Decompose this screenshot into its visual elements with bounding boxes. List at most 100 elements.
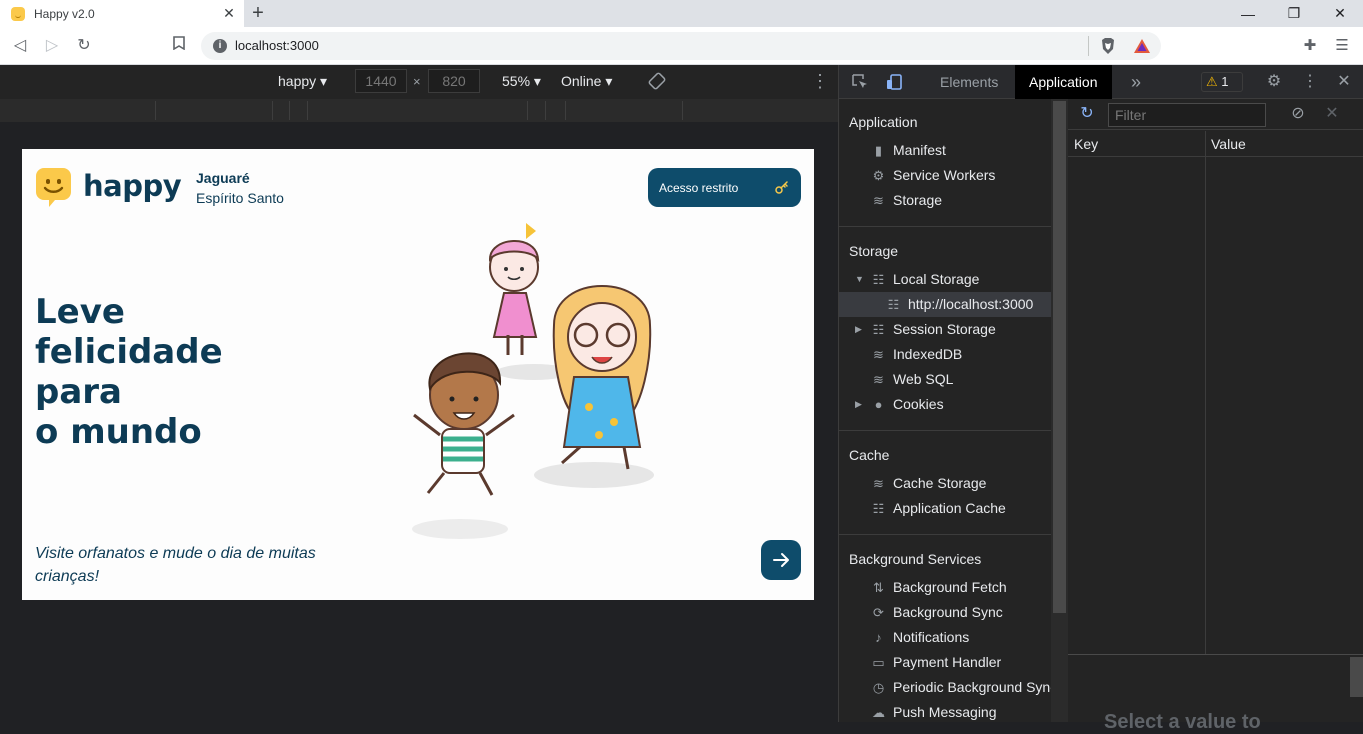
sidebar-item-label: IndexedDB [893,346,963,362]
expanded-arrow-icon[interactable]: ▼ [855,267,864,292]
headline: Leve felicidade para o mundo [35,292,295,452]
bookmark-icon[interactable] [169,36,189,56]
sidebar-item-web-sql[interactable]: ≋ Web SQL [839,367,1051,392]
divider [839,430,1051,431]
times-sign: × [413,74,421,89]
sidebar-item-notifications[interactable]: ♪ Notifications [839,625,1051,650]
database-icon: ≋ [873,193,884,208]
sidebar-item-service-workers[interactable]: ⚙ Service Workers [839,163,1051,188]
sidebar-item-storage[interactable]: ≋ Storage [839,188,1051,213]
file-icon: ▮ [874,143,883,158]
close-window-button[interactable]: ✕ [1317,0,1363,27]
sidebar-item-payment-handler[interactable]: ▭ Payment Handler [839,650,1051,675]
sidebar-item-label: Manifest [893,142,946,158]
devtools-menu-icon[interactable]: ⋮ [1301,73,1319,91]
sidebar-scrollbar[interactable] [1051,99,1068,722]
collapsed-arrow-icon[interactable]: ▶ [855,317,862,342]
back-icon[interactable]: ◁ [10,36,30,56]
refresh-icon[interactable]: ↻ [1078,105,1096,123]
state-name: Espírito Santo [196,190,284,206]
reload-icon[interactable]: ↻ [74,36,94,56]
sidebar-item-manifest[interactable]: ▮ Manifest [839,138,1051,163]
tab-elements[interactable]: Elements [940,65,998,99]
close-tab-icon[interactable]: ✕ [221,5,237,21]
filter-input[interactable]: Filter [1108,103,1266,127]
settings-icon[interactable]: ⚙ [1265,73,1283,91]
menu-icon[interactable]: ☰ [1332,36,1352,56]
browser-toolbar: ◁ ▷ ↻ i localhost:3000 ✚ ☰ [0,27,1363,65]
throttle-select[interactable]: Online ▾ [561,73,612,90]
warnings-badge[interactable]: ⚠ 1 [1201,72,1243,92]
section-storage: Storage [849,243,899,259]
clear-all-icon[interactable]: ⊘ [1289,105,1307,123]
brave-shields-icon[interactable] [1099,37,1117,55]
divider [839,226,1051,227]
enter-app-button[interactable] [761,540,801,580]
brave-rewards-icon[interactable] [1133,38,1151,54]
sidebar-item-application-cache[interactable]: ☷ Application Cache [839,496,1051,521]
sidebar-item-indexeddb[interactable]: ≋ IndexedDB [839,342,1051,367]
tab-title: Happy v2.0 [34,6,95,21]
sidebar-item-background-fetch[interactable]: ⇅ Background Fetch [839,575,1051,600]
width-input[interactable]: 1440 [355,69,407,93]
site-info-icon[interactable]: i [213,39,227,53]
device-toggle-icon[interactable] [885,73,903,91]
rotate-icon[interactable] [648,72,666,93]
table-icon: ☷ [887,297,900,312]
close-devtools-icon[interactable]: ✕ [1335,73,1353,91]
zoom-select[interactable]: 55% ▾ [502,73,541,90]
device-select[interactable]: happy ▾ [278,73,327,90]
minimize-button[interactable]: — [1225,0,1271,27]
url-text: localhost:3000 [235,38,319,53]
section-cache: Cache [849,447,890,463]
column-value[interactable]: Value [1211,136,1246,152]
more-tabs-icon[interactable]: » [1127,73,1145,91]
brand-name: happy [83,169,182,203]
sidebar-item-label: Web SQL [893,371,954,387]
column-key[interactable]: Key [1074,136,1098,152]
clock-icon: ◷ [872,680,885,695]
preview-scrollbar[interactable] [1350,657,1363,697]
device-toolbar: happy ▾ 1440 × 820 55% ▾ Online ▾ ⋮ [0,65,838,99]
sidebar-item-cookies[interactable]: ▶ ● Cookies [839,392,1051,417]
sidebar-item-cache-storage[interactable]: ≋ Cache Storage [839,471,1051,496]
database-icon: ≋ [873,347,884,362]
device-name: happy [278,73,317,89]
headline-line: felicidade [35,332,223,372]
cloud-icon: ☁ [872,705,885,720]
sidebar-item-background-sync[interactable]: ⟳ Background Sync [839,600,1051,625]
delete-selected-icon[interactable]: ✕ [1323,105,1341,123]
address-bar[interactable]: i localhost:3000 [201,32,1161,60]
restricted-access-button[interactable]: Acesso restrito [648,168,801,207]
storage-toolbar: ↻ Filter ⊘ ✕ [1068,99,1363,130]
sidebar-item-label: Session Storage [893,321,996,337]
children-illustration [412,223,654,539]
devtools-tabbar: Elements Application » ⚠ 1 ⚙ ⋮ ✕ [839,65,1363,99]
more-options-icon[interactable]: ⋮ [811,71,829,92]
height-input[interactable]: 820 [428,69,480,93]
sidebar-item-push-messaging[interactable]: ☁ Push Messaging [839,700,1051,722]
forward-icon[interactable]: ▷ [42,36,62,56]
tab-application[interactable]: Application [1015,65,1112,99]
landing-page: happy Jaguaré Espírito Santo Acesso rest… [22,149,814,600]
table-icon: ☷ [872,272,885,287]
empty-preview-message: Select a value to [1104,711,1261,733]
database-icon: ≋ [873,476,884,491]
inspect-element-icon[interactable] [851,73,869,91]
sidebar-item-local-storage[interactable]: ▼ ☷ Local Storage [839,267,1051,292]
cookie-icon: ● [874,397,883,412]
application-sidebar: Application ▮ Manifest ⚙ Service Workers ≋… [839,99,1051,722]
scrollbar-thumb[interactable] [1053,101,1066,613]
extensions-icon[interactable]: ✚ [1300,36,1320,56]
collapsed-arrow-icon[interactable]: ▶ [855,392,862,417]
browser-tab[interactable]: Happy v2.0 ✕ [0,0,244,27]
sidebar-item-session-storage[interactable]: ▶ ☷ Session Storage [839,317,1051,342]
restore-button[interactable]: ❐ [1271,0,1317,27]
section-application: Application [849,114,918,130]
sidebar-item-localhost[interactable]: ☷ http://localhost:3000 [839,292,1051,317]
fetch-arrows-icon: ⇅ [873,580,884,595]
new-tab-button[interactable]: + [248,3,268,23]
sidebar-item-periodic-sync[interactable]: ◷ Periodic Background Sync [839,675,1051,700]
warning-count: 1 [1221,74,1229,89]
sync-icon: ⟳ [873,605,884,620]
